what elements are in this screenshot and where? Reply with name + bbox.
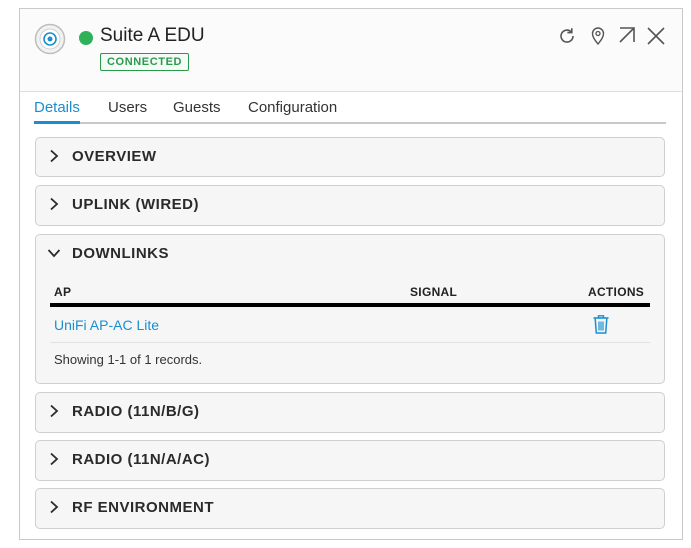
locate-icon[interactable] — [587, 25, 609, 47]
column-header-ap[interactable]: AP — [54, 285, 71, 299]
chevron-right-icon — [50, 149, 59, 163]
section-uplink-header[interactable]: UPLINK (WIRED) — [36, 186, 664, 224]
close-icon[interactable] — [645, 25, 667, 47]
section-title: RADIO (11N/A/AC) — [72, 451, 211, 468]
section-title: DOWNLINKS — [72, 245, 169, 262]
section-radio-ng: RADIO (11N/B/G) — [35, 392, 665, 433]
section-downlinks-header[interactable]: DOWNLINKS — [36, 235, 664, 273]
ap-name-link[interactable]: UniFi AP-AC Lite — [54, 317, 159, 333]
section-overview: OVERVIEW — [35, 137, 665, 177]
access-point-icon — [34, 23, 66, 55]
records-count: Showing 1-1 of 1 records. — [54, 352, 203, 367]
column-header-signal[interactable]: SIGNAL — [410, 285, 457, 299]
section-radio-ac-header[interactable]: RADIO (11N/A/AC) — [36, 441, 664, 479]
chevron-right-icon — [50, 452, 59, 466]
chevron-right-icon — [50, 197, 59, 211]
tab-guests[interactable]: Guests — [173, 99, 221, 116]
chevron-right-icon — [50, 404, 59, 418]
row-divider — [50, 342, 650, 343]
tab-bar: Details Users Guests Configuration — [34, 93, 666, 124]
section-uplink: UPLINK (WIRED) — [35, 185, 665, 226]
trash-icon[interactable] — [591, 313, 611, 335]
section-rf-environment: RF ENVIRONMENT — [35, 488, 665, 529]
refresh-icon[interactable] — [556, 25, 578, 47]
chevron-right-icon — [50, 500, 59, 514]
tab-users[interactable]: Users — [108, 99, 147, 116]
device-name: Suite A EDU — [100, 25, 205, 46]
table-header-divider — [50, 303, 650, 307]
pop-out-icon[interactable] — [616, 25, 638, 47]
section-title: RADIO (11N/B/G) — [72, 403, 200, 420]
section-radio-ac: RADIO (11N/A/AC) — [35, 440, 665, 481]
tab-details[interactable]: Details — [34, 99, 80, 124]
tab-configuration[interactable]: Configuration — [248, 99, 337, 116]
status-badge: CONNECTED — [100, 53, 190, 71]
device-properties-panel: Suite A EDU CONNECTED Details Users Gues… — [19, 8, 683, 540]
section-downlinks: DOWNLINKS AP SIGNAL ACTIONS UniFi AP-AC … — [35, 234, 665, 384]
section-overview-header[interactable]: OVERVIEW — [36, 138, 664, 176]
section-radio-ng-header[interactable]: RADIO (11N/B/G) — [36, 393, 664, 431]
chevron-down-icon — [47, 249, 61, 258]
column-header-actions: ACTIONS — [588, 285, 645, 299]
panel-header: Suite A EDU CONNECTED — [20, 9, 682, 92]
status-dot — [79, 31, 93, 45]
section-title: RF ENVIRONMENT — [72, 499, 214, 516]
section-title: OVERVIEW — [72, 148, 157, 165]
section-rf-environment-header[interactable]: RF ENVIRONMENT — [36, 489, 664, 527]
section-title: UPLINK (WIRED) — [72, 196, 199, 213]
